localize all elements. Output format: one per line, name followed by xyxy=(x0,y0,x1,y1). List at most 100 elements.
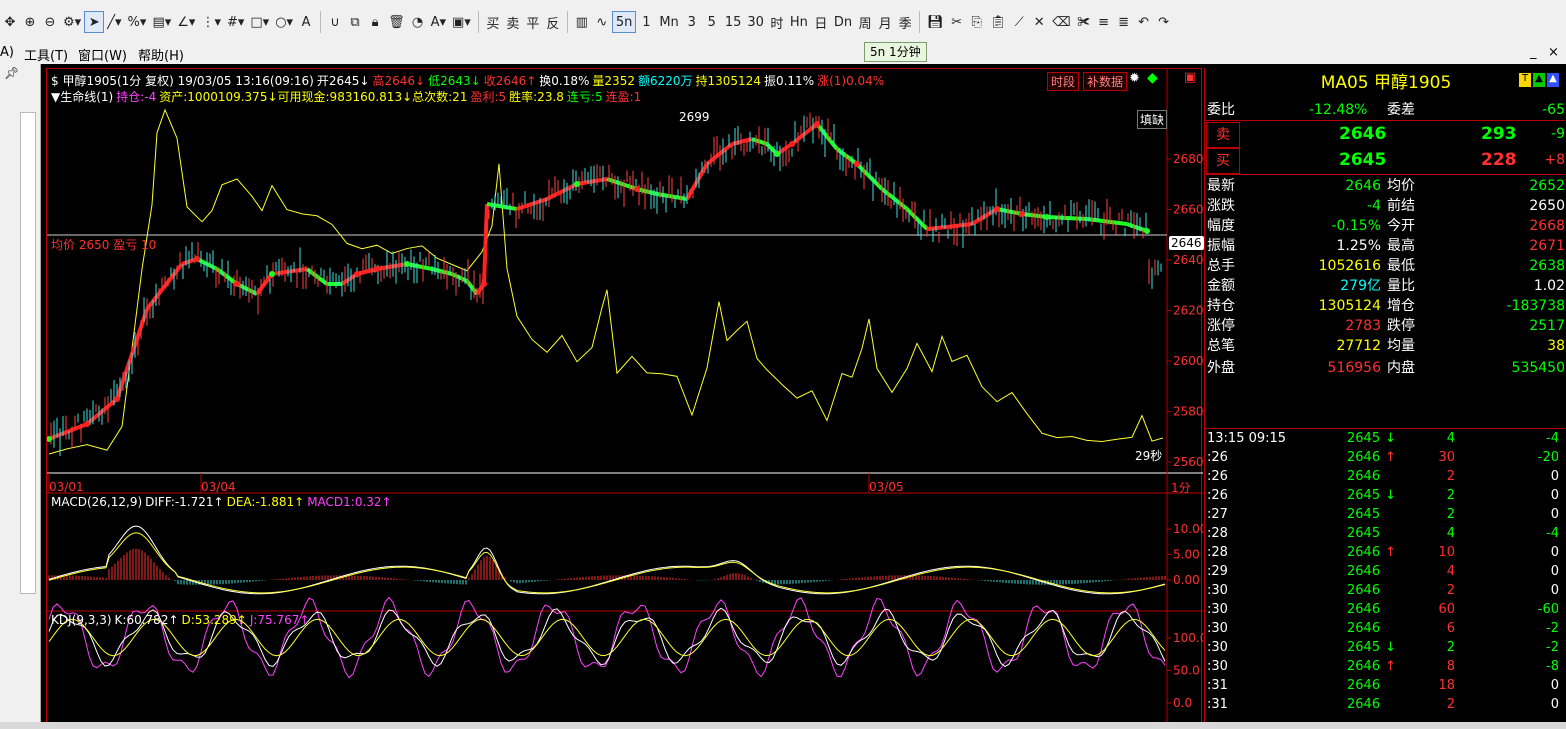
draw-eraser-icon[interactable]: ⌫ xyxy=(1049,11,1073,33)
tick-volume: 2 xyxy=(1446,640,1455,655)
settings-icon[interactable]: ⚙▾ xyxy=(60,11,84,33)
angle-tool-icon[interactable]: ∠▾ xyxy=(174,11,198,33)
ruler-icon[interactable]: ▤▾ xyxy=(149,11,174,33)
fib-tool-icon[interactable]: ⋮▾ xyxy=(198,11,224,33)
cut-icon[interactable]: ✂ xyxy=(947,11,967,33)
stat-value: 516956 xyxy=(1327,360,1381,376)
paste-icon[interactable]: 📋︎ xyxy=(987,11,1010,33)
tick-delta: 0 xyxy=(1550,564,1559,579)
sidebar-scrollbar[interactable] xyxy=(20,112,36,594)
stat-value: 2668 xyxy=(1529,218,1565,234)
menu-item-a[interactable]: A) xyxy=(0,45,14,60)
tick-arrow: ↓ xyxy=(1385,640,1396,655)
period-button[interactable]: Mn xyxy=(656,11,681,33)
kline-chart[interactable]: 2680 2660 2640 2620 2600 2580 2560 03/01 03/04 03… xyxy=(46,68,1204,725)
pointer-icon[interactable]: ➤ xyxy=(84,11,105,33)
menu-item-tools[interactable]: 工具(T) xyxy=(24,45,68,64)
rectangle-tool-icon[interactable]: □▾ xyxy=(247,11,272,33)
pin-icon[interactable]: 📌︎ xyxy=(4,66,19,80)
period-button[interactable]: 日 xyxy=(811,11,831,33)
period-button[interactable]: 30 xyxy=(744,11,767,33)
period-button[interactable]: 季 xyxy=(895,11,915,33)
period-button[interactable]: 5 xyxy=(702,11,722,33)
align-left-icon[interactable]: ≡ xyxy=(1094,11,1114,33)
date-label: 03/01 xyxy=(49,480,84,494)
period-button[interactable]: Dn xyxy=(831,11,855,33)
stat-value: 2646 xyxy=(1345,178,1381,194)
signal-dot xyxy=(481,281,487,287)
text-tool-icon[interactable]: A xyxy=(296,11,316,33)
line-chart-icon[interactable]: ∿ xyxy=(592,11,612,33)
lock-icon[interactable]: 🔒︎ xyxy=(365,11,385,33)
menu-item-help[interactable]: 帮助(H) xyxy=(138,45,184,64)
tick-delta: 0 xyxy=(1550,583,1559,598)
save-icon[interactable]: 💾︎ xyxy=(924,11,947,33)
menu-item-window[interactable]: 窗口(W) xyxy=(78,45,127,64)
copy-draw-icon[interactable]: ⧉ xyxy=(345,11,365,33)
header-segment: 胜率:23.8 xyxy=(509,90,564,104)
stat-label: 增仓 xyxy=(1387,298,1415,314)
stat-value: 2671 xyxy=(1529,238,1565,254)
sell-row[interactable]: 2646 293 -9 xyxy=(1205,124,1565,144)
sell-button[interactable]: 买 xyxy=(483,11,503,33)
copy-icon[interactable]: ⎘ xyxy=(967,11,987,33)
gear-icon[interactable]: ✹ xyxy=(1129,71,1140,86)
zoom-in-icon[interactable]: ⊕ xyxy=(20,11,40,33)
period-button[interactable]: 3 xyxy=(682,11,702,33)
info-icon[interactable]: ▲ xyxy=(1547,73,1559,87)
magnet-icon[interactable]: ∪ xyxy=(325,11,345,33)
period-button[interactable]: Hn xyxy=(787,11,811,33)
stat-label: 涨跌 xyxy=(1207,198,1235,214)
countdown-label: 29秒 xyxy=(1135,449,1163,463)
diamond-icon[interactable]: ◆ xyxy=(1147,70,1158,86)
eye-icon[interactable]: ◔ xyxy=(408,11,428,33)
zoom-out-icon[interactable]: ⊖ xyxy=(40,11,60,33)
tick-price: 2646 xyxy=(1347,602,1381,617)
period-tooltip: 5n 1分钟 xyxy=(864,42,927,62)
line-tool-icon[interactable]: ╱▾ xyxy=(104,11,124,33)
time-segment-button[interactable]: 时段 xyxy=(1047,72,1080,91)
percent-tool-icon[interactable]: %▾ xyxy=(125,11,150,33)
buy-row[interactable]: 2645 228 +8 xyxy=(1205,150,1565,170)
fill-data-button[interactable]: 补数据 xyxy=(1083,72,1128,91)
minimize-icon[interactable]: _ xyxy=(1530,45,1537,60)
stat-label: 最高 xyxy=(1387,238,1415,254)
reverse-button[interactable]: 反 xyxy=(543,11,563,33)
draw-line-icon[interactable]: ⟋ xyxy=(1009,11,1029,33)
color-icon[interactable]: A▾ xyxy=(428,11,449,33)
quote-panel: MA05 甲醇1905 T ▲ ▲ 委比 -12.48% 委差 -65 卖 26… xyxy=(1204,68,1566,724)
tick-price: 2645 xyxy=(1347,488,1381,503)
close-icon[interactable]: × xyxy=(1548,45,1559,60)
buy-button[interactable]: 卖 xyxy=(503,11,523,33)
tick-row: :31 2646 18 0 xyxy=(1205,676,1565,695)
tick-price: 2645 xyxy=(1347,431,1381,446)
redo-icon[interactable]: ↷ xyxy=(1154,11,1174,33)
draw-scissors-icon[interactable]: ✀ xyxy=(1074,11,1094,33)
header-segment: 开2645↓ xyxy=(316,74,370,88)
period-tag: 1分 xyxy=(1171,481,1191,495)
header-segment: 高2646↓ xyxy=(372,74,426,88)
period-button[interactable]: 5n xyxy=(611,11,637,33)
undo-icon[interactable]: ↶ xyxy=(1134,11,1154,33)
trade-icon[interactable]: T xyxy=(1519,73,1531,87)
period-button[interactable]: 月 xyxy=(875,11,895,33)
draw-cross-icon[interactable]: ✕ xyxy=(1029,11,1049,33)
delete-icon[interactable]: 🗑︎ xyxy=(385,11,408,33)
grid-tool-icon[interactable]: #▾ xyxy=(224,11,247,33)
up-icon[interactable]: ▲ xyxy=(1533,73,1545,87)
close-panel-icon[interactable]: ▣ xyxy=(1184,70,1196,85)
ellipse-tool-icon[interactable]: ○▾ xyxy=(272,11,296,33)
flat-button[interactable]: 平 xyxy=(523,11,543,33)
fill-gap-button[interactable]: 填缺 xyxy=(1137,110,1168,129)
period-button[interactable]: 1 xyxy=(636,11,656,33)
save-template-icon[interactable]: ▣▾ xyxy=(449,11,474,33)
period-button[interactable]: 15 xyxy=(722,11,745,33)
candle-chart-icon[interactable]: ▥ xyxy=(572,11,592,33)
period-button[interactable]: 周 xyxy=(855,11,875,33)
stat-value: 2638 xyxy=(1529,258,1565,274)
quote-stat-row: 持仓 1305124 增仓 -183738 xyxy=(1205,296,1565,316)
align-right-icon[interactable]: ≣ xyxy=(1114,11,1134,33)
period-button[interactable]: 时 xyxy=(767,11,787,33)
move-icon[interactable]: ✥ xyxy=(0,11,20,33)
weibi-row: 委比 -12.48% 委差 -65 xyxy=(1205,100,1565,120)
